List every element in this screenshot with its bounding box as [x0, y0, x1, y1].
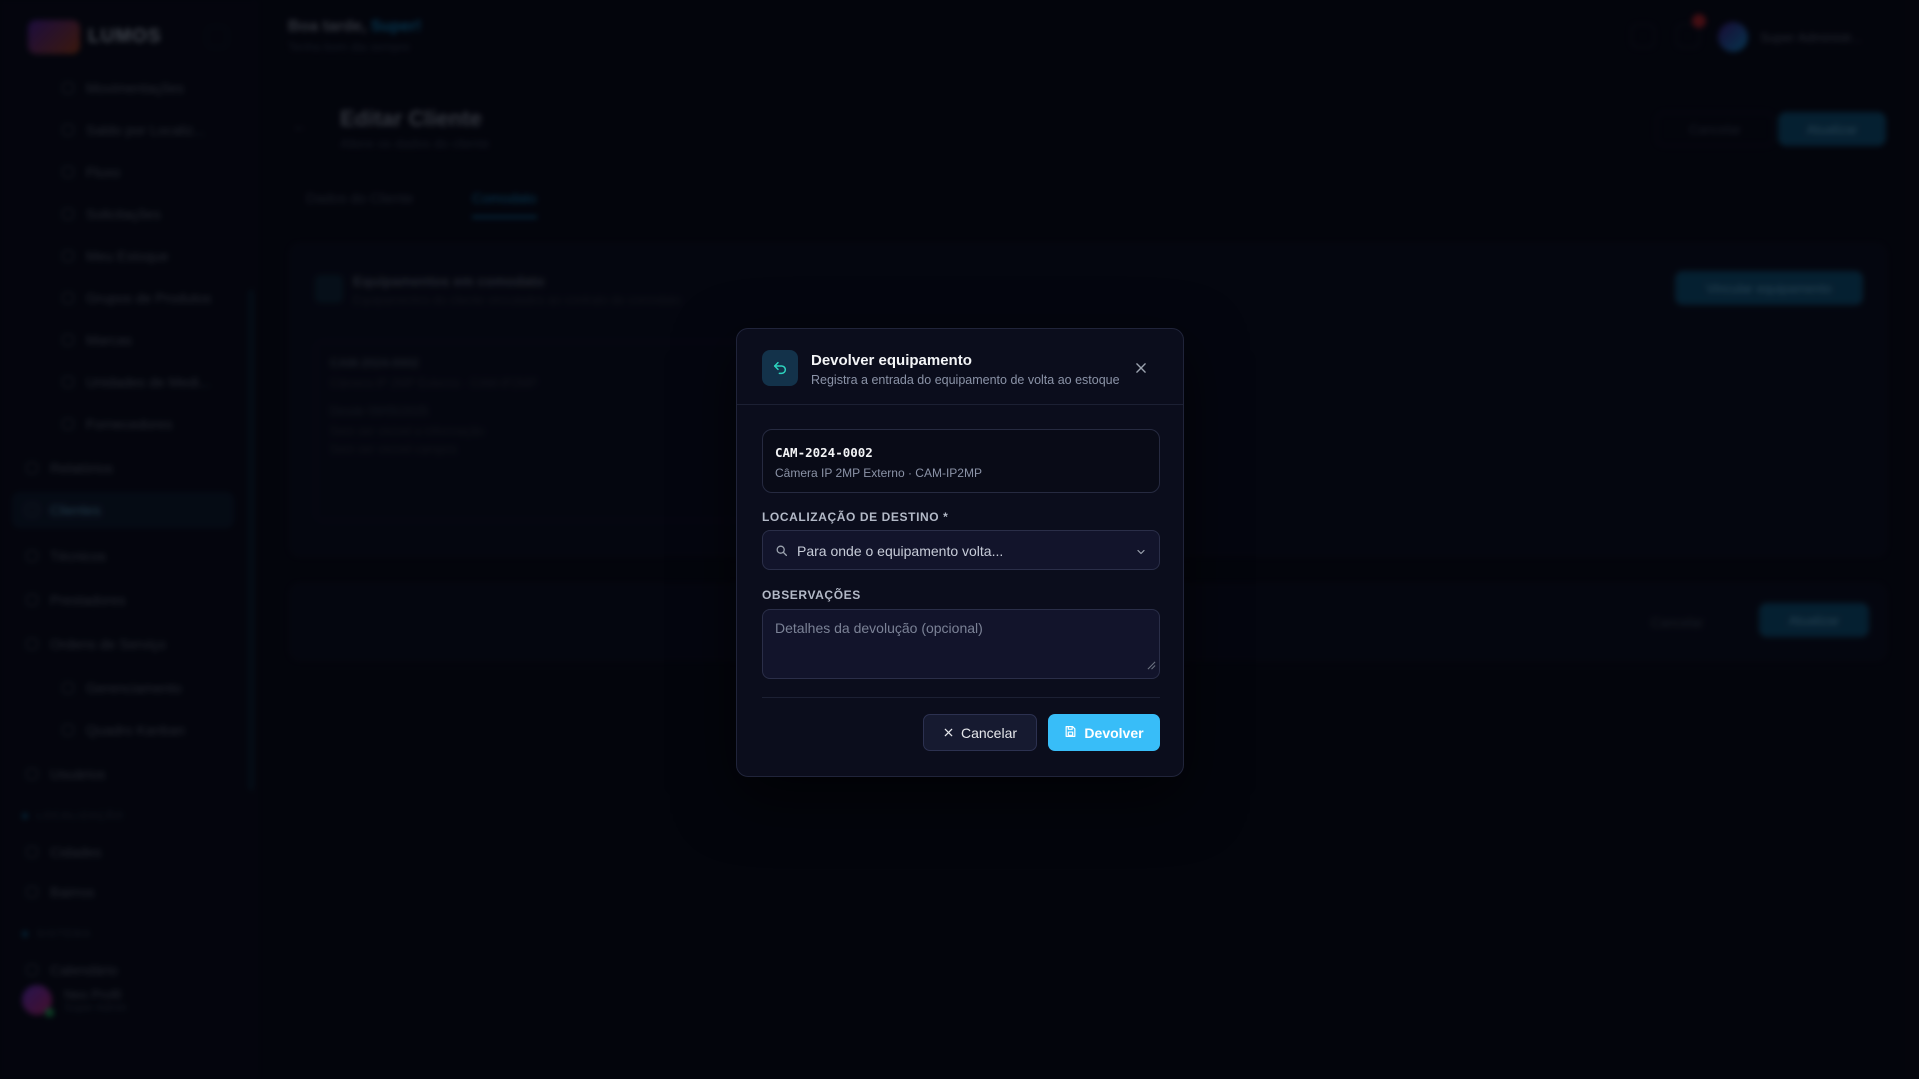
notes-label: OBSERVAÇÕES — [762, 588, 861, 602]
equipment-code: CAM-2024-0002 — [775, 445, 873, 460]
chevron-down-icon — [1135, 545, 1147, 563]
modal-divider — [762, 697, 1160, 698]
resize-handle-icon[interactable] — [1147, 657, 1156, 675]
equipment-description: Câmera IP 2MP Externo · CAM-IP2MP — [775, 466, 982, 480]
undo-arrow-icon — [762, 350, 798, 386]
submit-button-label: Devolver — [1084, 724, 1144, 741]
close-icon[interactable] — [1132, 359, 1150, 377]
notes-textarea[interactable]: Detalhes da devolução (opcional) — [762, 609, 1160, 679]
destination-label: LOCALIZAÇÃO DE DESTINO * — [762, 510, 949, 524]
equipment-summary-card: CAM-2024-0002 Câmera IP 2MP Externo · CA… — [762, 429, 1160, 493]
x-icon — [943, 725, 954, 741]
return-equipment-modal: Devolver equipamento Registra a entrada … — [736, 328, 1184, 777]
search-icon — [775, 544, 788, 562]
cancel-button[interactable]: Cancelar — [923, 714, 1037, 751]
notes-placeholder: Detalhes da devolução (opcional) — [775, 620, 983, 636]
save-icon — [1064, 725, 1077, 741]
modal-title: Devolver equipamento — [811, 352, 972, 369]
return-submit-button[interactable]: Devolver — [1048, 714, 1160, 751]
modal-header: Devolver equipamento Registra a entrada … — [737, 329, 1183, 405]
modal-subtitle: Registra a entrada do equipamento de vol… — [811, 373, 1120, 387]
cancel-button-label: Cancelar — [960, 724, 1018, 741]
destination-select[interactable]: Para onde o equipamento volta... — [762, 530, 1160, 570]
destination-placeholder: Para onde o equipamento volta... — [797, 543, 1004, 559]
